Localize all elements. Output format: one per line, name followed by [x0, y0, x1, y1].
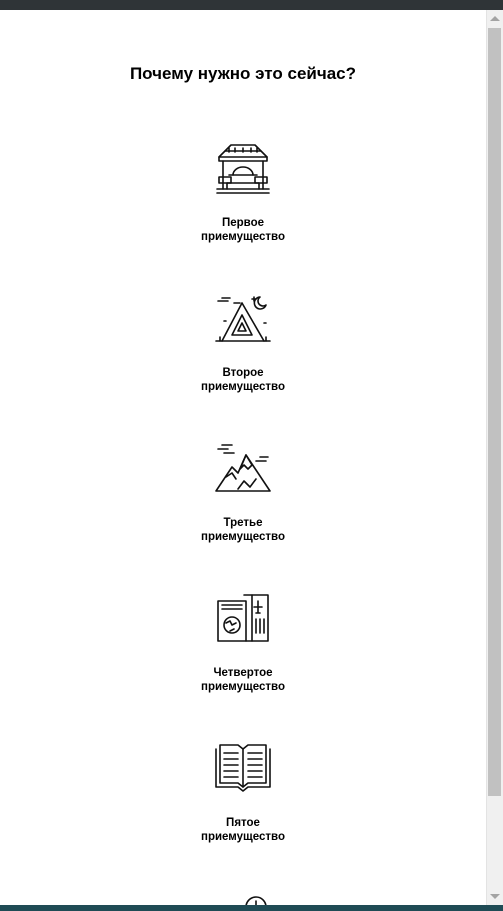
scrollbar-thumb[interactable]	[488, 28, 501, 796]
feature-item-6	[143, 893, 343, 905]
scroll-up-arrow-icon[interactable]	[490, 16, 500, 21]
feature-label: Пятое приемущество	[201, 817, 285, 843]
feature-item-4: Четвертое приемущество	[143, 593, 343, 694]
section-title: Почему нужно это сейчас?	[129, 64, 357, 83]
scroll-down-arrow-icon[interactable]	[490, 894, 500, 899]
window-bottom-bar	[0, 905, 503, 911]
window-top-bar	[0, 0, 503, 10]
page-content: Почему нужно это сейчас? Первое приемущес…	[0, 10, 486, 905]
feature-item-2: Второе приемущество	[143, 293, 343, 394]
feature-label: Третье приемущество	[201, 517, 285, 543]
book-icon	[215, 744, 271, 792]
feature-label: Четвертое приемущество	[201, 667, 285, 693]
feature-item-5: Пятое приемущество	[143, 743, 343, 844]
feature-item-3: Третье приемущество	[143, 443, 343, 544]
feature-label: Первое приемущество	[201, 217, 285, 243]
mountain-icon	[215, 444, 271, 492]
vertical-scrollbar[interactable]	[486, 10, 503, 905]
clock-icon	[245, 896, 267, 905]
gazebo-icon	[216, 144, 270, 194]
passport-ticket-icon	[217, 594, 269, 642]
tent-icon	[215, 296, 271, 342]
feature-label: Второе приемущество	[201, 367, 285, 393]
feature-item-1: Первое приемущество	[143, 143, 343, 244]
